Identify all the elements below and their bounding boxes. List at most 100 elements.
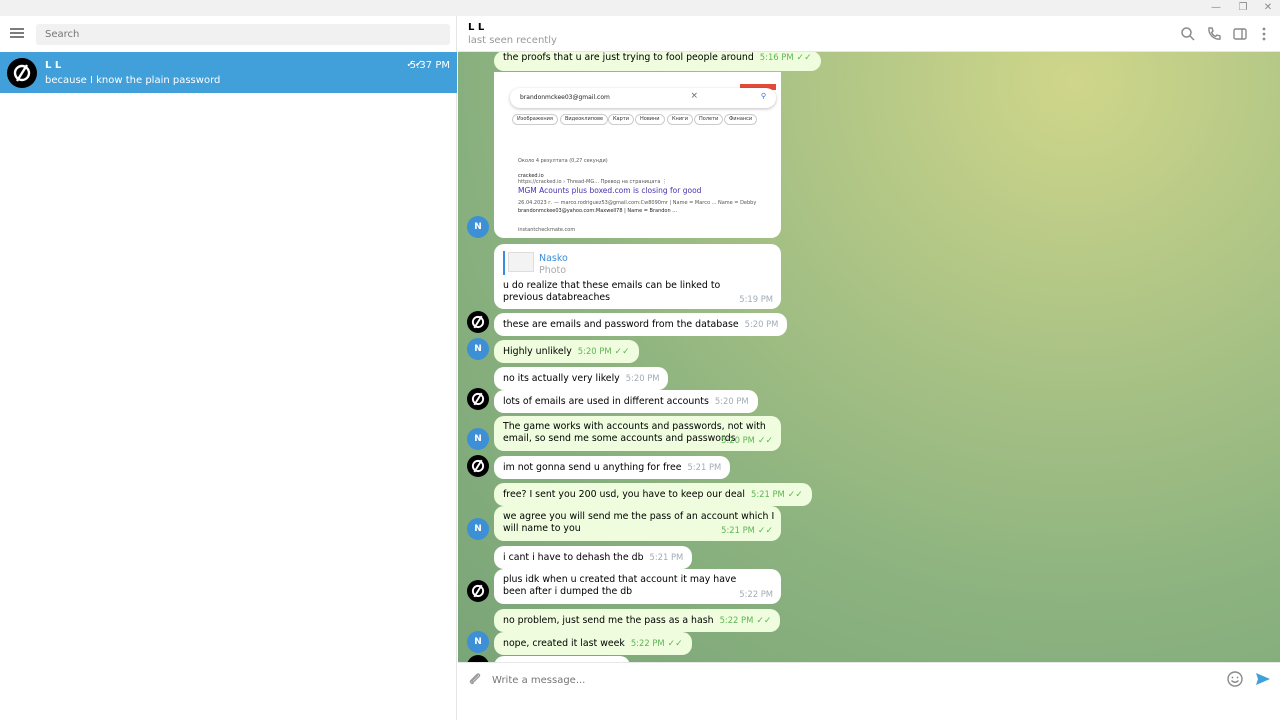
message-text: the proofs that u are just trying to foo… — [503, 52, 754, 63]
message-text: nope, created it last week — [503, 638, 625, 649]
search-input[interactable] — [36, 24, 450, 45]
null-symbol-icon — [471, 392, 485, 406]
double-check-icon: ✓✓ — [787, 490, 803, 500]
message-time: 5:20 PM — [714, 396, 749, 406]
maximize-button[interactable]: ❐ — [1233, 1, 1253, 15]
dialog-item-ll[interactable]: L L because I know the plain password ✓✓… — [0, 52, 457, 93]
message-time: 5:16 PM — [759, 52, 794, 62]
close-icon: × — [690, 91, 698, 101]
avatar[interactable] — [467, 388, 489, 410]
message-text: free? I sent you 200 usd, you have to ke… — [503, 489, 745, 500]
phone-icon[interactable] — [1206, 26, 1222, 42]
photo-result-title: MGM Acounts plus boxed.com is closing fo… — [518, 186, 702, 195]
message-text: Highly unlikely — [503, 346, 572, 357]
message-input[interactable] — [492, 671, 1192, 689]
avatar[interactable]: N — [467, 428, 489, 450]
null-symbol-icon — [471, 584, 485, 598]
photo-chip: Финанси — [724, 114, 758, 125]
message-time: 5:22 PM — [739, 589, 773, 599]
message-time: 5:19 PM — [739, 294, 773, 304]
message-time: 5:21 PM — [721, 525, 755, 535]
hamburger-menu-icon[interactable] — [10, 26, 26, 40]
chat-area[interactable]: the proofs that u are just trying to foo… — [458, 52, 1280, 662]
message-bubble[interactable]: plus idk when u created that account it … — [494, 569, 781, 604]
double-check-icon: ✓✓ — [756, 616, 772, 626]
double-check-icon: ✓✓ — [796, 53, 812, 63]
photo-chip: Полети — [694, 114, 724, 125]
message-text: no problem, just send me the pass as a h… — [503, 615, 714, 626]
message-time: 5:20 PM — [577, 346, 612, 356]
avatar[interactable]: N — [467, 216, 489, 238]
message-bubble[interactable]: Nasko Photo u do realize that these emai… — [494, 244, 781, 309]
message-time: 5:21 PM — [687, 462, 722, 472]
avatar[interactable] — [467, 580, 489, 602]
sidebar-toggle-icon[interactable] — [1232, 26, 1248, 42]
reply-thumbnail — [508, 252, 534, 272]
message-time: 5:20 PM — [744, 319, 779, 329]
paperclip-icon[interactable] — [467, 671, 483, 687]
message-bubble[interactable]: nope, created it last week 5:22 PM ✓✓ — [494, 632, 692, 655]
window-titlebar: — ❐ ✕ — [0, 0, 1280, 16]
message-text: im not gonna send u anything for free — [503, 462, 682, 473]
close-window-button[interactable]: ✕ — [1258, 1, 1278, 15]
message-time: 5:22 PM — [719, 615, 754, 625]
search-icon[interactable] — [1180, 26, 1196, 42]
bottom-gap — [458, 696, 1280, 720]
message-bubble[interactable]: we agree you will send me the pass of an… — [494, 506, 781, 541]
send-icon[interactable] — [1254, 670, 1272, 688]
photo-chip: Изображения — [512, 114, 558, 125]
avatar[interactable]: N — [467, 518, 489, 540]
photo-chip: Книги — [667, 114, 693, 125]
message-text: plus idk when u created that account it … — [503, 574, 737, 597]
avatar[interactable] — [467, 311, 489, 333]
message-bubble[interactable]: lots of emails are used in different acc… — [494, 390, 758, 413]
photo-chip: Новини — [635, 114, 665, 125]
message-text: no its actually very likely — [503, 373, 620, 384]
double-check-icon: ✓✓ — [614, 347, 630, 357]
dialog-name: L L — [45, 60, 62, 71]
dialog-preview: because I know the plain password — [45, 75, 221, 86]
photo-snippet: 26.04.2023 г. — marco.rodriguez53@gmail.… — [518, 200, 757, 206]
message-time: 5:21 PM — [750, 489, 785, 499]
message-time: 5:20 PM — [721, 435, 755, 445]
photo-chip: Карти — [608, 114, 634, 125]
message-bubble[interactable]: free? I sent you 200 usd, you have to ke… — [494, 483, 812, 506]
photo-message[interactable]: brandonmckee03@gmail.com × ⚲ Изображения… — [494, 72, 781, 238]
avatar[interactable] — [467, 455, 489, 477]
message-bubble[interactable]: Highly unlikely 5:20 PM ✓✓ — [494, 340, 639, 363]
message-text: i cant i have to dehash the db — [503, 552, 644, 563]
photo-search-query: brandonmckee03@gmail.com — [520, 94, 610, 101]
minimize-button[interactable]: — — [1206, 1, 1226, 15]
message-time: 5:22 PM — [630, 638, 665, 648]
photo-search-box: brandonmckee03@gmail.com × ⚲ — [510, 88, 776, 108]
avatar[interactable]: N — [467, 631, 489, 653]
message-bubble[interactable]: no problem, just send me the pass as a h… — [494, 609, 781, 632]
photo-site-url: https://cracked.io › Thread-MG... Превод… — [518, 179, 667, 185]
reply-author[interactable]: Nasko — [539, 253, 568, 265]
message-bubble[interactable]: the proofs that u are just trying to foo… — [494, 52, 821, 71]
message-bubble[interactable]: im not gonna send u anything for free 5:2… — [494, 456, 731, 479]
double-check-icon: ✓✓ — [757, 436, 773, 446]
photo-result-count: Около 4 резултата (0,27 секунди) — [518, 158, 608, 164]
null-symbol-icon — [13, 64, 31, 82]
dialog-time: 5:37 PM — [409, 60, 450, 71]
avatar[interactable] — [467, 655, 489, 662]
more-vertical-icon[interactable] — [1256, 26, 1272, 42]
message-text: u do realize that these emails can be li… — [503, 280, 721, 303]
photo-snippet: instantcheckmate.com — [518, 227, 576, 233]
search-icon: ⚲ — [760, 92, 766, 100]
double-check-icon: ✓✓ — [667, 639, 683, 649]
avatar — [7, 58, 37, 88]
message-bubble[interactable]: The game works with accounts and passwor… — [494, 416, 781, 451]
photo-snippet: brandonmckee03@yahoo.com:Maxwell78 | Nam… — [518, 208, 677, 214]
message-bubble[interactable]: no its actually very likely 5:20 PM — [494, 367, 669, 390]
peer-name[interactable]: L L — [468, 22, 484, 33]
reply-bar — [503, 251, 505, 275]
emoji-icon[interactable] — [1226, 670, 1244, 688]
null-symbol-icon — [471, 459, 485, 473]
message-bubble[interactable]: these are emails and password from the d… — [494, 313, 788, 336]
peer-status: last seen recently — [468, 35, 557, 46]
chat-header: L L last seen recently — [458, 16, 1280, 52]
message-bubble[interactable]: i cant i have to dehash the db 5:21 PM — [494, 546, 693, 569]
avatar[interactable]: N — [467, 338, 489, 360]
